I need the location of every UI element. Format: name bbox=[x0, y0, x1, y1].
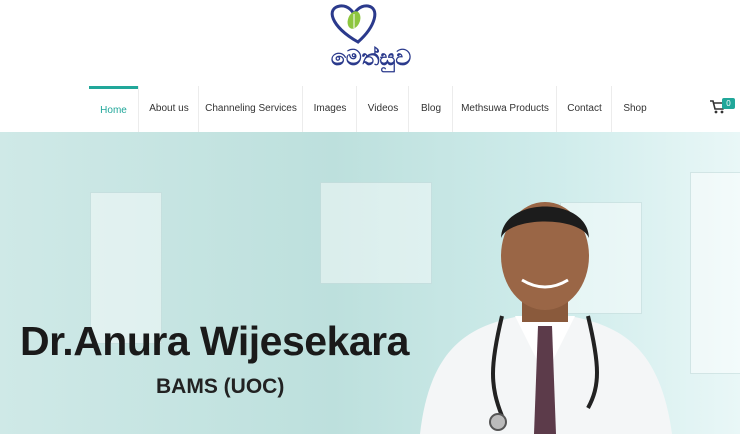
nav-item-home[interactable]: Home bbox=[89, 86, 138, 132]
hero-doctor-name: Dr.Anura Wijesekara bbox=[20, 318, 409, 364]
nav-item-videos[interactable]: Videos bbox=[356, 86, 409, 132]
nav-item-shop[interactable]: Shop bbox=[611, 86, 658, 132]
nav-item-blog[interactable]: Blog bbox=[408, 86, 453, 132]
site-header: මෙත්සුව bbox=[0, 0, 740, 86]
main-nav: Home About us Channeling Services Images… bbox=[0, 86, 740, 132]
nav-item-images[interactable]: Images bbox=[302, 86, 357, 132]
site-logo[interactable]: මෙත්සුව bbox=[318, 2, 424, 82]
logo-text: මෙත්සුව bbox=[330, 46, 412, 71]
doctor-portrait bbox=[420, 202, 672, 434]
hero-credentials: BAMS (UOC) bbox=[156, 375, 285, 398]
background-door bbox=[690, 172, 740, 374]
cart-button[interactable]: 0 bbox=[710, 98, 736, 120]
hero-banner: Dr.Anura Wijesekara BAMS (UOC) bbox=[0, 132, 740, 434]
nav-item-methsuwa-products[interactable]: Methsuwa Products bbox=[452, 86, 557, 132]
heart-leaf-logo-icon bbox=[330, 4, 377, 44]
nav-item-about-us[interactable]: About us bbox=[138, 86, 199, 132]
nav-item-contact[interactable]: Contact bbox=[556, 86, 612, 132]
cart-count-badge: 0 bbox=[722, 98, 735, 109]
nav-item-channeling-services[interactable]: Channeling Services bbox=[198, 86, 303, 132]
